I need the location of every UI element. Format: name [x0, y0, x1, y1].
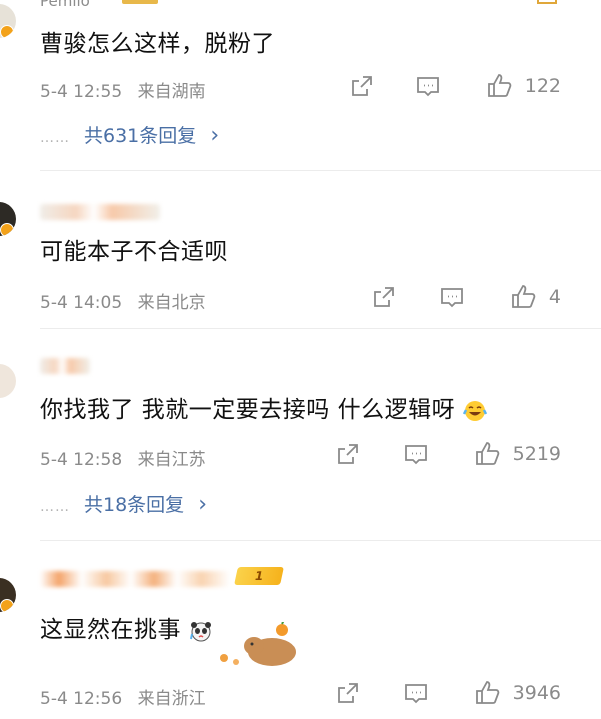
comment-text: 你找我了 我就一定要去接吗 什么逻辑呀	[40, 390, 487, 424]
comment-text-content: 你找我了 我就一定要去接吗 什么逻辑呀	[40, 397, 456, 423]
comment-date: 5-4 12:56	[40, 689, 123, 709]
comment-button[interactable]	[439, 284, 465, 310]
reply-count: 共631条回复	[84, 125, 197, 147]
level-badge: 1	[234, 567, 284, 585]
reply-dots: ……	[40, 130, 70, 146]
username[interactable]	[40, 571, 230, 587]
action-bar: 4	[371, 283, 561, 311]
panda-emoji	[189, 621, 211, 641]
medal-icon	[537, 0, 557, 4]
laughing-crying-emoji	[462, 400, 487, 421]
comment-icon	[416, 77, 439, 97]
comment-text-content: 这显然在挑事	[40, 617, 181, 643]
like-button[interactable]: 5219	[473, 440, 561, 468]
like-button[interactable]: 122	[485, 72, 561, 100]
like-count: 5219	[512, 443, 561, 465]
comment-meta: 5-4 12:55 来自湖南	[40, 77, 206, 102]
share-button[interactable]	[335, 441, 361, 467]
comment-location: 来自湖南	[137, 82, 206, 102]
like-icon	[475, 681, 499, 704]
avatar[interactable]	[0, 364, 16, 398]
divider	[40, 540, 601, 541]
action-bar: 5219	[335, 440, 561, 468]
username[interactable]: Pemiio	[40, 0, 90, 10]
comment-text: 这显然在挑事	[40, 610, 213, 644]
like-icon	[512, 285, 536, 308]
avatar[interactable]	[0, 202, 16, 236]
avatar-badge-icon	[0, 25, 14, 38]
chevron-right-icon: ›	[210, 123, 220, 148]
share-icon	[337, 683, 358, 703]
comment-date: 5-4 12:55	[40, 82, 123, 102]
avatar[interactable]	[0, 578, 16, 612]
comment-meta: 5-4 12:56 来自浙江	[40, 684, 206, 709]
view-replies-link[interactable]: …… 共631条回复 ›	[40, 121, 219, 148]
comment-icon	[441, 288, 463, 308]
like-icon	[487, 74, 512, 97]
comment-text: 可能本子不合适呗	[40, 239, 228, 265]
share-icon	[337, 444, 358, 464]
comment-meta: 5-4 12:58 来自江苏	[40, 445, 206, 470]
action-bar: 122	[349, 72, 561, 100]
like-count: 4	[548, 286, 561, 308]
comment-location: 来自浙江	[137, 689, 206, 709]
like-button[interactable]: 3946	[473, 679, 561, 707]
comment-icon	[404, 445, 427, 465]
capybara-sticker	[220, 622, 296, 666]
share-icon	[351, 76, 372, 96]
username[interactable]	[40, 358, 90, 374]
divider	[40, 170, 601, 171]
avatar[interactable]	[0, 4, 16, 38]
action-bar: 3946	[335, 679, 561, 707]
comment-location: 来自江苏	[137, 450, 206, 470]
comment-location: 来自北京	[137, 293, 206, 313]
comment-date: 5-4 12:58	[40, 450, 123, 470]
comment-button[interactable]	[415, 73, 441, 99]
like-count: 3946	[512, 682, 561, 704]
avatar-badge-icon	[0, 599, 14, 612]
user-tag	[122, 0, 158, 4]
comment-icon	[404, 684, 427, 704]
comment-button[interactable]	[403, 680, 429, 706]
avatar-badge-icon	[0, 223, 14, 236]
share-button[interactable]	[349, 73, 375, 99]
view-replies-link[interactable]: …… 共18条回复 ›	[40, 490, 207, 517]
like-icon	[475, 442, 499, 465]
comment-text: 曹骏怎么这样，脱粉了	[40, 31, 275, 57]
like-button[interactable]: 4	[509, 283, 561, 311]
reply-count: 共18条回复	[84, 494, 185, 516]
chevron-right-icon: ›	[198, 492, 208, 517]
reply-dots: ……	[40, 499, 70, 515]
divider	[40, 328, 601, 329]
share-icon	[374, 287, 394, 307]
comment-date: 5-4 14:05	[40, 293, 123, 313]
share-button[interactable]	[335, 680, 361, 706]
comment-button[interactable]	[403, 441, 429, 467]
comment-meta: 5-4 14:05 来自北京	[40, 288, 206, 313]
like-count: 122	[524, 75, 561, 97]
username[interactable]	[40, 204, 160, 220]
share-button[interactable]	[371, 284, 397, 310]
